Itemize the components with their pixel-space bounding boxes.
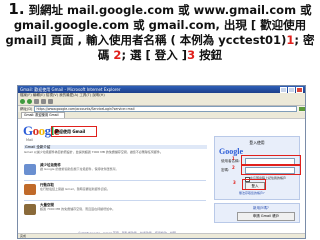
instruction-caption: 1. 到網址 mail.google.com 或 www.gmail.com 或… — [4, 2, 316, 63]
forward-icon[interactable] — [27, 99, 32, 104]
marker-1: 1 — [232, 156, 235, 161]
intro-text: Gmail 以減少垃圾郵件為目的而設計，並提供超過 7000 MB 的免費儲存空… — [24, 150, 163, 154]
marker-2: 2 — [232, 165, 235, 170]
toolbar — [18, 98, 305, 106]
feature-storage: 大量空間 超過 7000 MB 的免費儲存空間，而且還在持續增加中。 — [24, 203, 174, 219]
home-icon[interactable] — [48, 99, 53, 104]
signup-box: 新用戶嗎? 申請 Gmail 帳戶 — [214, 203, 300, 223]
welcome-heading: Gmail 全新介紹 — [24, 145, 207, 149]
divider — [24, 180, 206, 181]
feature-spam: 減少垃圾郵件 讓 Google 的技術協助您擋下垃圾郵件，保持收件匣整潔。 — [24, 163, 174, 179]
tab-strip: Gmail: 歡迎使用 Gmail — [18, 112, 305, 119]
divider — [24, 200, 206, 201]
address-label: 網址(D) — [20, 106, 33, 111]
signup-button[interactable]: 申請 Gmail 帳戶 — [237, 212, 295, 221]
back-icon[interactable] — [20, 99, 25, 104]
new-user-text: 新用戶嗎? — [253, 206, 269, 210]
marker-3: 3 — [233, 180, 236, 185]
feature-mobile: 行動存取 在行動電話上閱讀 Gmail，隨時掌握最新郵件資訊。 — [24, 183, 174, 199]
forgot-link[interactable]: 無法存取您的帳戶? — [239, 191, 265, 195]
feature-text: 超過 7000 MB 的免費儲存空間，而且還在持續增加中。 — [40, 207, 116, 211]
password-label: 密碼: — [221, 168, 230, 172]
close-button[interactable] — [296, 86, 303, 93]
title-bar: Gmail: 歡迎使用 Gmail - Microsoft Internet E… — [18, 86, 305, 93]
caption-text-3: ; 選 [ 登入 ] — [121, 48, 188, 62]
storage-icon — [24, 204, 36, 215]
login-brand: Google — [219, 147, 243, 156]
spam-icon — [24, 164, 36, 175]
address-input[interactable]: https://www.google.com/accounts/ServiceL… — [34, 106, 297, 112]
signin-highlight — [242, 179, 266, 190]
username-label: 使用者名稱: — [221, 159, 240, 163]
caption-text-1: 到網址 mail.google.com 或 www.gmail.com 或 gm… — [5, 3, 312, 47]
feature-text: 在行動電話上閱讀 Gmail，隨時掌握最新郵件資訊。 — [40, 187, 110, 191]
mobile-icon — [24, 184, 36, 195]
login-header: 登入使用 — [249, 140, 265, 145]
maximize-button[interactable] — [288, 86, 295, 93]
refresh-icon[interactable] — [41, 99, 46, 104]
tab-gmail[interactable]: Gmail: 歡迎使用 Gmail — [21, 112, 65, 118]
go-button[interactable] — [299, 107, 305, 111]
password-highlight — [241, 164, 301, 175]
status-bar: 完成 — [18, 233, 305, 238]
mail-tag: Mail — [26, 138, 34, 142]
browser-window: Gmail: 歡迎使用 Gmail - Microsoft Internet E… — [17, 85, 306, 239]
page-content: Google Mail 歡迎使用 Gmail Gmail 全新介紹 Gmail … — [18, 119, 305, 239]
step-number: 1. — [8, 0, 25, 18]
minimize-button[interactable] — [280, 86, 287, 93]
stop-icon[interactable] — [34, 99, 39, 104]
window-title: Gmail: 歡迎使用 Gmail - Microsoft Internet E… — [20, 86, 121, 92]
feature-text: 讓 Google 的技術協助您擋下垃圾郵件，保持收件匣整潔。 — [40, 167, 119, 171]
page-title: 歡迎使用 Gmail — [55, 129, 86, 134]
caption-text-4: 按鈕 — [195, 48, 223, 62]
marker-3-text: 3 — [187, 48, 196, 62]
